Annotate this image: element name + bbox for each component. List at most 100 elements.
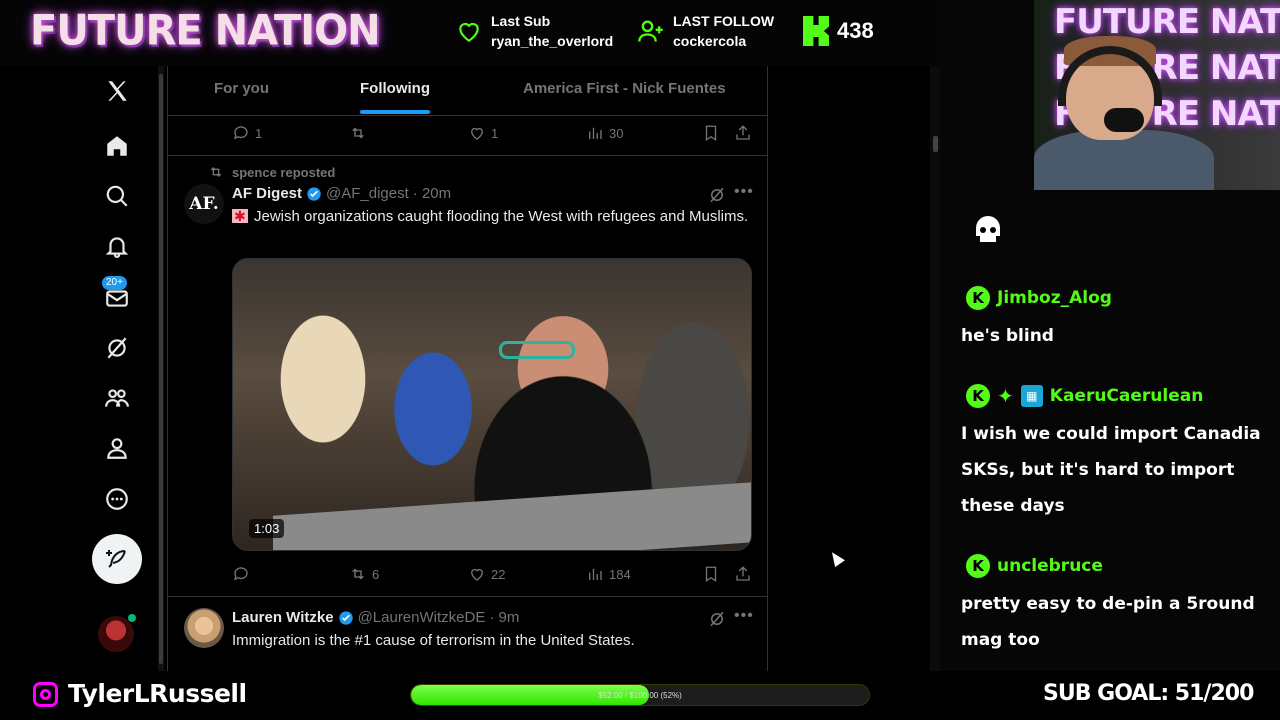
bookmark-icon <box>705 125 717 142</box>
video-duration: 1:03 <box>249 519 285 538</box>
add-user-icon <box>638 20 663 42</box>
repost-button[interactable] <box>349 124 372 142</box>
prev-post-actions: 1 1 30 <box>232 124 752 148</box>
subscriber-badge-icon: ▦ <box>1020 385 1043 407</box>
progress-text: $52.00 / $100.00 (52%) <box>598 690 682 700</box>
reply-icon <box>233 567 248 581</box>
like-button[interactable]: 1 <box>468 124 498 142</box>
chat-message-user[interactable]: K unclebruce <box>966 554 1103 578</box>
last-follow-user: cockercola <box>673 33 747 49</box>
post-text: Immigration is the #1 cause of terrorism… <box>232 632 635 649</box>
reply-icon <box>233 126 248 140</box>
repost-button[interactable]: 6 <box>349 565 379 583</box>
author-handle[interactable]: @AF_digest <box>326 185 409 202</box>
post-time[interactable]: · 20m <box>413 185 451 202</box>
chat-message-user[interactable]: K Jimboz_Alog <box>966 286 1112 310</box>
author-avatar[interactable] <box>184 608 224 648</box>
webcam-feed: FUTURE NATION FUTURE NATION FUTURE NATIO… <box>1034 0 1280 190</box>
last-sub-user: ryan_the_overlord <box>491 33 614 49</box>
donation-progress-bar: $52.00 / $100.00 (52%) <box>410 684 870 706</box>
post-header: Lauren Witzke @LaurenWitzkeDE · 9m <box>232 609 519 626</box>
chat-message-user[interactable]: K ✦ ▦ KaeruCaerulean <box>966 384 1203 408</box>
timeline-feed: For you Following America First - Nick F… <box>167 66 768 671</box>
bookmark-button[interactable] <box>702 124 720 142</box>
nav-more[interactable] <box>92 479 142 519</box>
share-button[interactable] <box>734 124 752 142</box>
search-icon <box>106 185 128 207</box>
nav-x-logo[interactable] <box>92 71 142 111</box>
communities-icon <box>105 389 129 407</box>
nav-grok[interactable] <box>92 328 142 368</box>
sidebar-scrollbar-thumb[interactable] <box>159 74 163 664</box>
feather-plus-icon <box>106 550 126 568</box>
nav-notifications[interactable] <box>92 226 142 266</box>
author-name[interactable]: Lauren Witzke <box>232 609 334 626</box>
last-sub-widget: Last Sub ryan_the_overlord <box>455 11 613 51</box>
account-avatar[interactable] <box>98 616 134 652</box>
nav-messages[interactable]: 20+ <box>92 276 142 318</box>
verified-badge-icon <box>307 186 321 201</box>
bookmark-icon <box>705 566 717 583</box>
instagram-icon <box>33 682 58 707</box>
kick-badge-icon: K <box>966 286 990 310</box>
chat-message-text: pretty easy to de-pin a 5round mag too <box>961 594 1255 650</box>
kick-followers-widget: 438 <box>803 16 874 46</box>
post-more-icon[interactable]: ••• <box>734 607 754 625</box>
heart-outline-icon <box>471 568 483 581</box>
views-button[interactable]: 30 <box>586 124 623 142</box>
nav-home[interactable] <box>92 126 142 166</box>
repost-icon <box>352 568 364 580</box>
verified-badge-icon <box>338 610 353 625</box>
nav-communities[interactable] <box>92 378 142 418</box>
post-actions: 6 22 184 <box>232 565 752 589</box>
grok-icon <box>107 337 127 359</box>
analytics-icon <box>589 127 602 139</box>
tab-following[interactable]: Following <box>360 80 430 97</box>
tab-for-you[interactable]: For you <box>214 80 269 97</box>
heart-outline-icon <box>471 127 483 140</box>
sparkle-badge-icon: ✦ <box>997 384 1014 408</box>
post-text: Jewish organizations caught flooding the… <box>232 206 752 227</box>
views-button[interactable]: 184 <box>586 565 631 583</box>
video-player[interactable]: 1:03 <box>232 258 752 551</box>
post-more-icon[interactable]: ••• <box>734 183 754 201</box>
grok-explain-icon[interactable] <box>708 610 726 628</box>
post-time[interactable]: · 9m <box>489 609 519 626</box>
online-status-dot <box>128 614 136 622</box>
brand-logo: FUTURE NATION <box>30 6 381 56</box>
kick-badge-icon: K <box>966 554 990 578</box>
microphone <box>1104 108 1144 132</box>
author-handle[interactable]: @LaurenWitzkeDE <box>358 609 486 626</box>
reply-button[interactable]: 1 <box>232 124 262 142</box>
like-button[interactable]: 22 <box>468 565 505 583</box>
share-icon <box>736 566 750 581</box>
heart-icon <box>459 22 479 43</box>
tab-america-first[interactable]: America First - Nick Fuentes <box>523 80 726 97</box>
sub-goal-text: SUB GOAL: 51/200 <box>1043 681 1254 706</box>
reply-button[interactable] <box>232 565 255 583</box>
twitter-window: 20+ For you Following America First - Ni… <box>0 66 940 671</box>
analytics-icon <box>589 568 602 580</box>
nav-profile[interactable] <box>92 428 142 468</box>
stream-bottom-bar: TylerLRussell $52.00 / $100.00 (52%) SUB… <box>0 671 1280 720</box>
post-header: AF Digest @AF_digest · 20m <box>232 185 451 202</box>
kick-logo-icon <box>803 16 829 46</box>
page-scrollbar[interactable] <box>930 66 940 671</box>
chat-panel: K Jimboz_Alog he's blind K ✦ ▦ KaeruCaer… <box>940 190 1280 671</box>
post-divider <box>168 596 767 597</box>
last-sub-label: Last Sub <box>491 13 551 29</box>
home-icon <box>107 136 127 156</box>
bookmark-button[interactable] <box>702 565 720 583</box>
page-scrollbar-thumb[interactable] <box>933 136 938 152</box>
grok-explain-icon[interactable] <box>708 186 726 204</box>
author-avatar[interactable]: AF. <box>184 184 224 224</box>
author-name[interactable]: AF Digest <box>232 185 302 202</box>
bell-icon <box>105 237 129 258</box>
profile-icon <box>107 438 127 459</box>
repost-context[interactable]: spence reposted <box>208 164 335 180</box>
nav-explore[interactable] <box>92 176 142 216</box>
stream-side-panel: FUTURE NATION FUTURE NATION FUTURE NATIO… <box>940 0 1280 671</box>
share-button[interactable] <box>734 565 752 583</box>
compose-post-button[interactable] <box>92 534 142 584</box>
chat-message-text: he's blind <box>961 326 1054 346</box>
